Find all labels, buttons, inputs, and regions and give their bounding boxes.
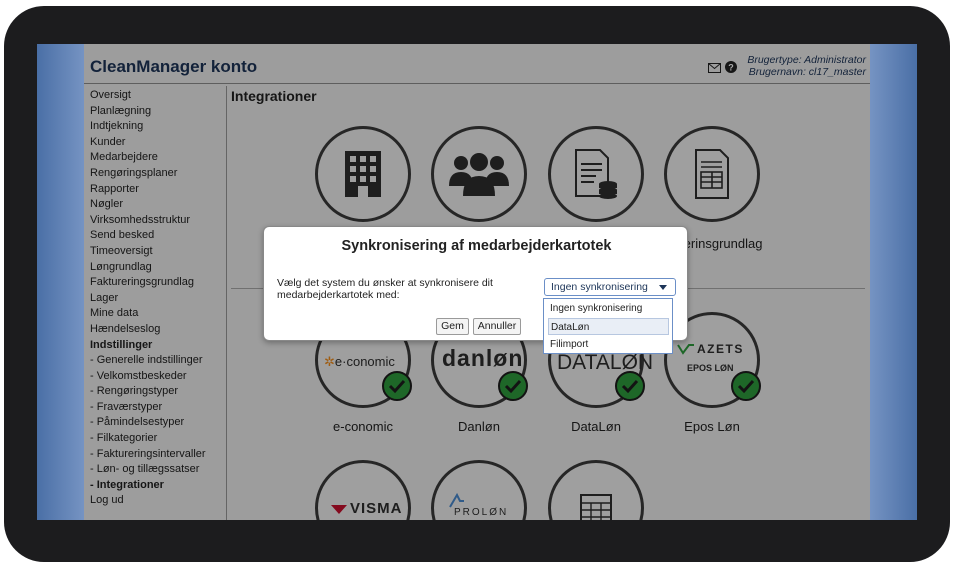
cancel-button[interactable]: Annuller	[473, 318, 521, 335]
sync-system-select[interactable]: Ingen synkronisering	[544, 278, 676, 296]
sync-options-list: Ingen synkronisering DataLøn Filimport	[543, 298, 673, 354]
dialog-title: Synkronisering af medarbejderkartotek	[341, 238, 612, 254]
option-datalon[interactable]: DataLøn	[548, 318, 669, 335]
chevron-down-icon	[659, 285, 667, 290]
dialog-description: Vælg det system du ønsker at synkroniser…	[277, 277, 493, 301]
option-file-import[interactable]: Filimport	[548, 336, 669, 353]
option-none[interactable]: Ingen synkronisering	[548, 300, 669, 317]
select-value: Ingen synkronisering	[551, 281, 648, 293]
screen: CleanManager konto ? Brugertype: Adminis…	[37, 44, 917, 520]
save-button[interactable]: Gem	[436, 318, 469, 335]
